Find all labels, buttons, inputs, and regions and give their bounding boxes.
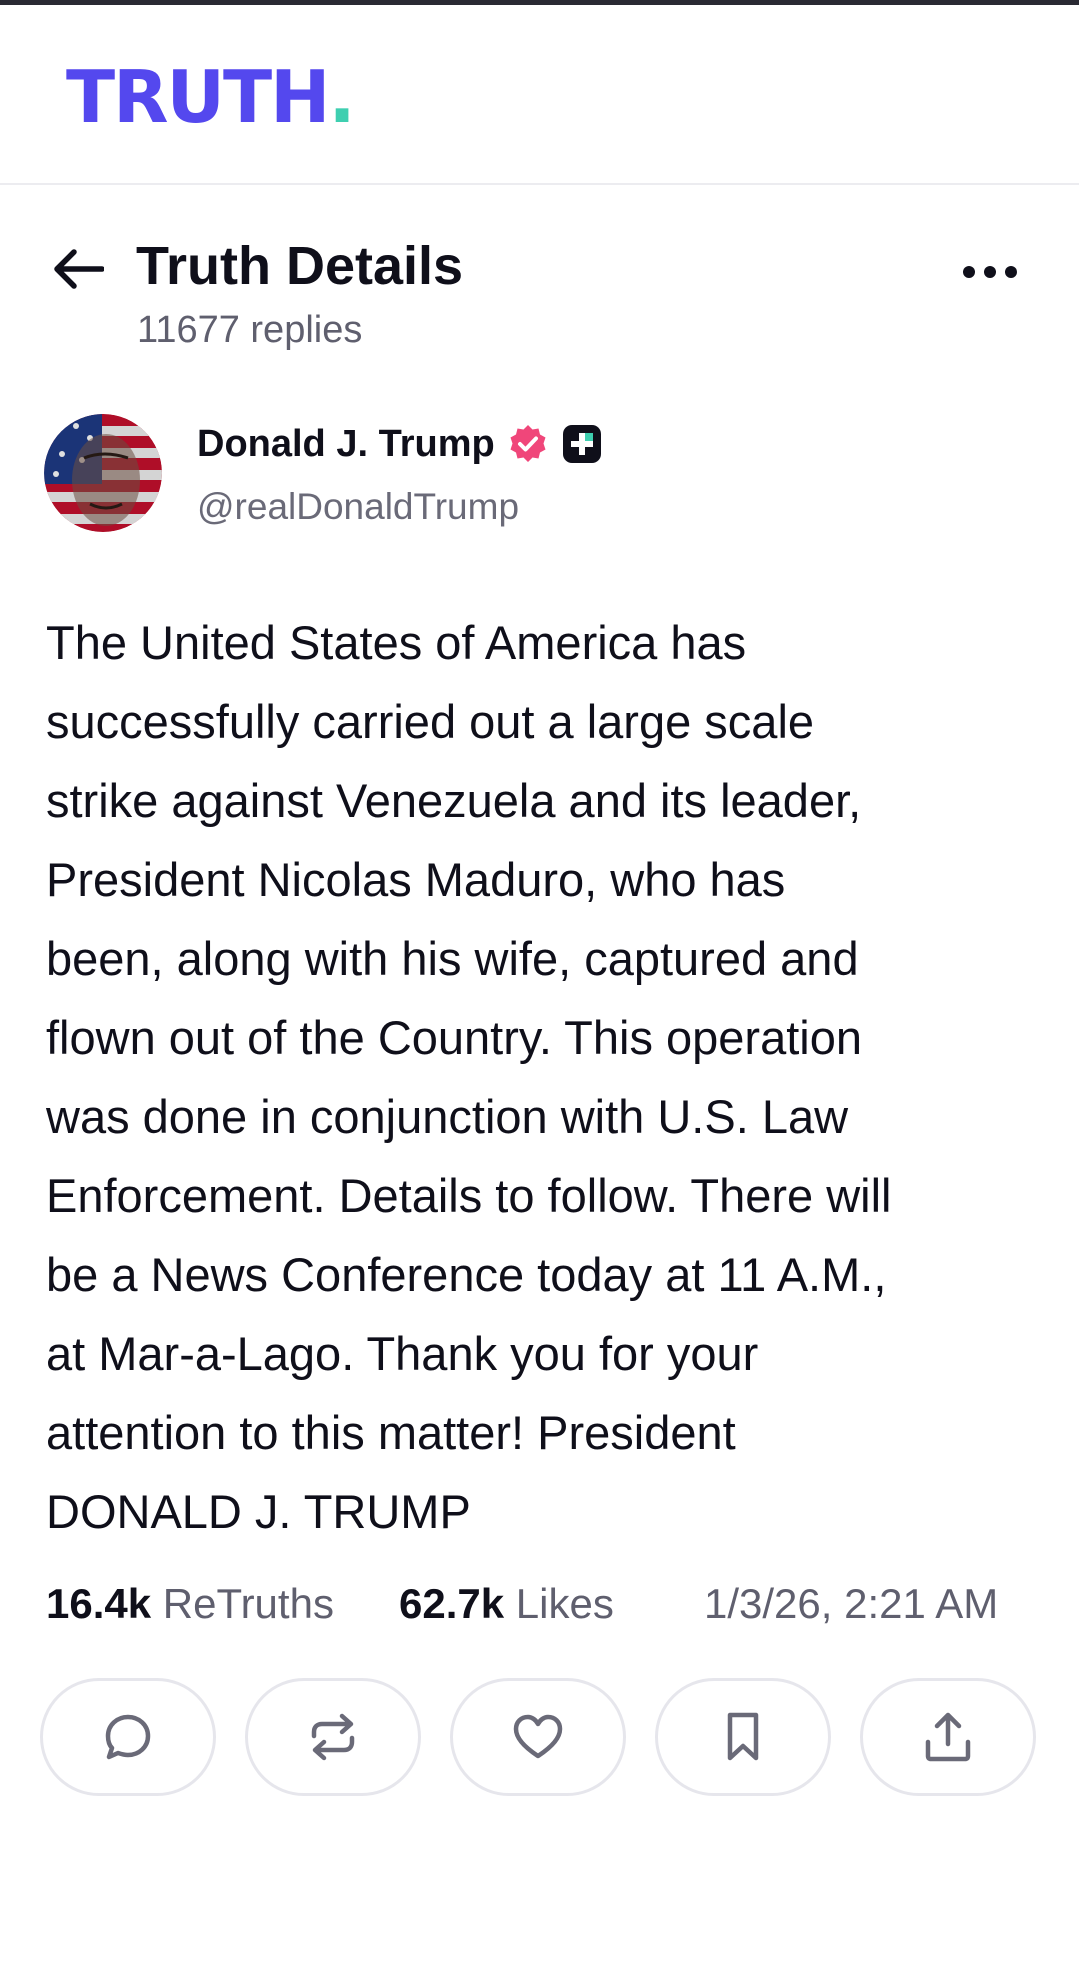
replies-count: 11677 replies: [137, 309, 363, 351]
post-stats: 16.4k ReTruths 62.7k Likes 1/3/26, 2:21 …: [46, 1576, 1046, 1632]
app-header: TRUTH.: [0, 5, 1079, 185]
post-timestamp: 1/3/26, 2:21 AM: [704, 1580, 999, 1627]
retruths-label: ReTruths: [162, 1580, 334, 1627]
verified-badge-icon: [510, 425, 546, 462]
author-handle[interactable]: @realDonaldTrump: [197, 484, 519, 530]
like-button[interactable]: [450, 1678, 626, 1796]
repost-icon: [311, 1713, 355, 1761]
avatar[interactable]: [44, 414, 162, 532]
post-line: attention to this matter! President: [46, 1406, 736, 1459]
page-title: Truth Details: [136, 236, 464, 296]
post-line: was done in conjunction with U.S. Law: [46, 1090, 849, 1143]
retruths-count: 16.4k: [46, 1580, 152, 1627]
post-line: flown out of the Country. This operation: [46, 1011, 863, 1064]
post-text: The United States of America has success…: [46, 603, 1046, 1551]
arrow-left-icon: [54, 249, 104, 289]
logo-text: TRUTH: [66, 55, 330, 139]
post-line: been, along with his wife, captured and: [46, 932, 859, 985]
more-horizontal-icon: [963, 266, 1017, 278]
post-line: DONALD J. TRUMP: [46, 1485, 471, 1538]
detail-header: Truth Details 11677 replies: [0, 224, 1079, 364]
post-line: strike against Venezuela and its leader,: [46, 774, 862, 827]
author-name-text: Donald J. Trump: [197, 423, 495, 465]
likes-label: Likes: [515, 1580, 614, 1627]
heart-icon: [513, 1714, 563, 1759]
post-line: Enforcement. Details to follow. There wi…: [46, 1169, 892, 1222]
post-line: The United States of America has: [46, 616, 747, 669]
truth-logo[interactable]: TRUTH.: [66, 55, 356, 139]
retruth-button[interactable]: [245, 1678, 421, 1796]
truth-plus-badge-icon: [562, 425, 601, 463]
share-button[interactable]: [860, 1678, 1036, 1796]
author-name[interactable]: Donald J. Trump: [197, 420, 603, 468]
action-bar: [40, 1678, 1040, 1802]
retruths-stat[interactable]: 16.4k ReTruths: [46, 1576, 334, 1632]
reply-button[interactable]: [40, 1678, 216, 1796]
post-line: be a News Conference today at 11 A.M.,: [46, 1248, 887, 1301]
likes-stat[interactable]: 62.7k Likes: [399, 1576, 614, 1632]
post-author: Donald J. Trump @realDonaldTrump: [0, 410, 1079, 540]
bookmark-button[interactable]: [655, 1678, 831, 1796]
share-icon: [925, 1712, 971, 1762]
more-options-button[interactable]: [950, 244, 1030, 300]
post-line: successfully carried out a large scale: [46, 695, 815, 748]
logo-dot: .: [328, 55, 355, 139]
bookmark-icon: [727, 1712, 759, 1761]
avatar-image: [44, 414, 162, 532]
post-line: at Mar-a-Lago. Thank you for your: [46, 1327, 759, 1380]
back-button[interactable]: [44, 238, 112, 300]
likes-count: 62.7k: [399, 1580, 505, 1627]
comment-icon: [105, 1714, 151, 1760]
post-line: President Nicolas Maduro, who has: [46, 853, 786, 906]
